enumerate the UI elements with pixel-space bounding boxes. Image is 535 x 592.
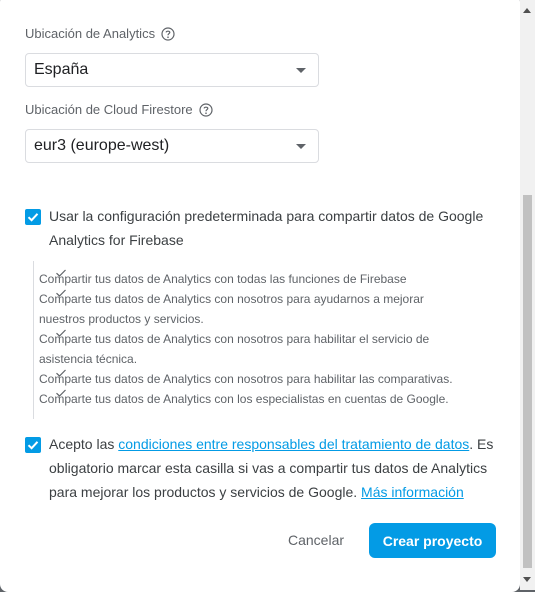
firestore-location-select[interactable]: eur3 (europe-west) <box>25 129 319 163</box>
dropdown-caret-icon <box>296 144 306 149</box>
sharing-item-text: Comparte tus datos de Analytics con los … <box>39 392 449 406</box>
default-config-checkbox[interactable] <box>25 209 41 225</box>
checkmark-icon <box>27 213 39 222</box>
scroll-up-arrow-icon[interactable] <box>523 8 531 13</box>
dropdown-caret-icon <box>296 68 306 73</box>
sharing-item-text: Comparte tus datos de Analytics con noso… <box>39 292 424 326</box>
firestore-location-label-text: Ubicación de Cloud Firestore <box>25 102 193 117</box>
create-project-dialog: Ubicación de Analytics España Ubicación … <box>0 0 520 592</box>
analytics-location-value: España <box>34 61 89 78</box>
checkmark-icon <box>27 441 39 450</box>
cancel-button[interactable]: Cancelar <box>278 523 354 557</box>
sharing-item-text: Comparte tus datos de Analytics con noso… <box>39 372 453 386</box>
analytics-location-select[interactable]: España <box>25 53 319 87</box>
sharing-item-text: Compartir tus datos de Analytics con tod… <box>39 272 407 286</box>
default-config-label: Usar la configuración predeterminada par… <box>49 208 484 248</box>
scrollbar-thumb[interactable] <box>523 195 532 568</box>
analytics-location-label-text: Ubicación de Analytics <box>25 26 156 41</box>
sharing-item-text: Comparte tus datos de Analytics con noso… <box>39 332 430 366</box>
terms-prefix: Acepto las <box>49 436 119 452</box>
scrollbar[interactable] <box>520 0 535 590</box>
analytics-location-label: Ubicación de Analytics <box>25 26 175 41</box>
firestore-location-value: eur3 (europe-west) <box>34 137 170 154</box>
create-project-button[interactable]: Crear proyecto <box>369 523 496 558</box>
more-info-link[interactable]: Más información <box>361 484 464 500</box>
terms-label: Acepto las condiciones entre responsable… <box>49 432 499 504</box>
data-controller-terms-link[interactable]: condiciones entre responsables del trata… <box>118 436 469 452</box>
firestore-location-label: Ubicación de Cloud Firestore <box>25 102 213 117</box>
scroll-down-arrow-icon[interactable] <box>523 577 531 582</box>
terms-checkbox[interactable] <box>25 437 41 453</box>
help-icon[interactable] <box>199 102 213 117</box>
help-icon[interactable] <box>161 26 175 41</box>
